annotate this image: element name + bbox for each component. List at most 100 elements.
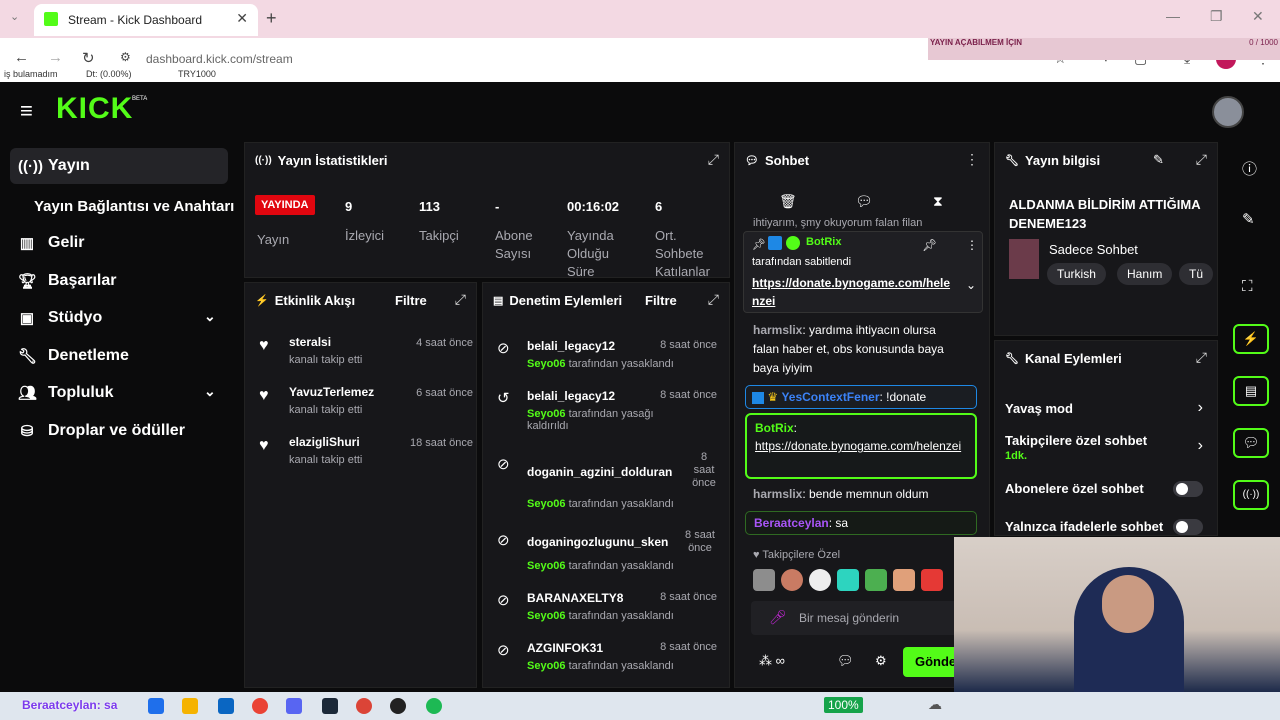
chat-settings-bubble-icon[interactable]: 💬︎ [855,193,873,210]
filter-button[interactable]: Filtre [645,293,677,308]
close-window-icon[interactable]: ✕ [1252,8,1264,25]
emote-only-toggle[interactable] [1173,519,1203,535]
mail-icon[interactable] [218,698,234,714]
bolt-icon[interactable]: ⚡ [1233,324,1269,354]
sidebar-item-yayin[interactable]: ((·)) Yayın [10,148,228,184]
ban-icon: ⊘ [497,642,510,659]
obs-icon[interactable] [390,698,406,714]
row-label: Takipçilere özel sohbet [1005,433,1148,448]
pinned-user[interactable]: BotRix [806,236,841,248]
emote-icon[interactable] [865,569,887,591]
tag-chip[interactable]: Hanım [1117,263,1173,285]
emote-icon[interactable] [921,569,943,591]
pinned-link[interactable]: https://donate.bynogame.com/helenzei [752,274,952,310]
browser-icon[interactable] [356,698,372,714]
slow-mode-row[interactable]: Yavaş mod › [1005,399,1209,423]
sidebar-item-gelir[interactable]: ▥ Gelir [0,225,242,261]
points-icon[interactable]: ⁂ ∞ [759,653,785,669]
mod-target-user[interactable]: belali_legacy12 [527,389,615,403]
screen-capture-icon[interactable]: ⛶ [1242,278,1253,295]
mic-icon[interactable]: 🎤︎ [769,609,787,626]
site-info-icon[interactable]: ⚙ [120,50,131,64]
expand-icon[interactable]: ⤢ [455,291,466,308]
stat-chatters-value: 6 [655,199,663,214]
user-avatar[interactable] [1212,96,1244,128]
forward-icon[interactable]: → [48,49,63,66]
sidebar-item-studyo[interactable]: ▣ Stüdyo ⌄ [0,300,242,336]
trash-icon[interactable]: 🗑︎ [779,193,797,210]
ticker-item: Dt: (0.00%) [86,69,132,79]
category-name[interactable]: Sadece Sohbet [1049,242,1138,257]
cloud-icon[interactable]: ☁ [928,696,942,713]
activity-user[interactable]: YavuzTerlemez [289,385,374,399]
mod-target-user[interactable]: AZGINFOK31 [527,641,603,655]
pinned-menu-icon[interactable]: ⋮ [966,238,978,252]
sidebar-item-droplar[interactable]: ⛁ Droplar ve ödüller [0,413,242,449]
reload-icon[interactable]: ↻ [82,49,95,67]
activity-user[interactable]: elazigliShuri [289,435,360,449]
subs-only-toggle[interactable] [1173,481,1203,497]
row-sub: 1dk. [1005,450,1028,462]
emote-only-row: Yalnızca ifadelerle sohbet [1005,517,1209,535]
hourglass-icon[interactable]: ⧗ [933,193,943,210]
sidebar-item-topluluk[interactable]: 👥︎ Topluluk ⌄ [0,375,242,411]
activity-sub: kanalı takip etti [289,404,363,416]
tab-title: Stream - Kick Dashboard [68,13,203,27]
edit-icon[interactable]: ✎ [1153,152,1164,168]
expand-icon[interactable]: ⤢ [1196,349,1207,366]
sidebar-item-stream-key[interactable]: Yayın Bağlantısı ve Anahtarı [0,188,242,224]
chat-menu-icon[interactable]: ⋮ [965,151,979,168]
hamburger-menu-icon[interactable]: ≡ [20,98,33,124]
emote-icon[interactable] [753,569,775,591]
emote-icon[interactable] [893,569,915,591]
app-taskbar-icon[interactable] [148,698,164,714]
log-icon[interactable]: ▤ [1233,376,1269,406]
emote-icon[interactable] [781,569,803,591]
discord-icon[interactable] [286,698,302,714]
mod-actor: Seyo06 tarafından yasaklandı [527,660,674,672]
url-field[interactable]: dashboard.kick.com/stream [146,52,293,66]
minimize-icon[interactable]: — [1166,8,1180,24]
chat-link[interactable]: https://donate.bynogame.com/helenzei [755,439,961,453]
filter-button[interactable]: Filtre [395,293,427,308]
expand-icon[interactable]: ⤢ [1196,151,1207,168]
mod-target-user[interactable]: BARANAXELTY8 [527,591,623,605]
restore-icon[interactable]: ❐ [1210,8,1223,25]
broadcast-icon[interactable]: ((·)) [1233,480,1269,510]
mod-target-user[interactable]: doganin_agzini_dolduran [527,465,672,479]
expand-icon[interactable]: ⤢ [708,151,719,168]
chat-bubble-icon[interactable]: 💬︎ [1233,428,1269,458]
pencil-icon[interactable]: ✎ [1242,210,1255,228]
tag-chip[interactable]: Tü [1179,263,1214,285]
chrome-icon[interactable] [252,698,268,714]
mod-target-user[interactable]: doganingozlugunu_sken [527,535,687,549]
folder-icon[interactable] [182,698,198,714]
back-icon[interactable]: ← [14,49,29,66]
followers-only-row[interactable]: Takipçilere özel sohbet 1dk. › [1005,433,1209,465]
spotify-icon[interactable] [426,698,442,714]
close-tab-icon[interactable]: ✕ [236,10,248,27]
sidebar-item-denetleme[interactable]: 🔧︎ Denetleme [0,338,242,374]
unpin-icon[interactable]: 📌︎ [922,238,937,252]
info-icon[interactable]: ⓘ [1242,158,1257,179]
stat-uptime-label: Yayında Olduğu Süre [567,228,614,279]
chat-bubble-icon: 💬︎ [745,155,759,167]
emote-icon[interactable] [837,569,859,591]
tab-list-icon[interactable]: ⌄ [10,10,19,23]
steam-icon[interactable] [322,698,338,714]
expand-icon[interactable]: ⤢ [708,291,719,308]
chevron-down-icon[interactable]: ⌄ [966,278,976,292]
browser-tab[interactable]: Stream - Kick Dashboard ✕ [34,4,258,36]
chat-bubble-icon[interactable]: 💬︎ [837,653,854,669]
chat-message-highlight: BotRix: https://donate.bynogame.com/hele… [745,413,977,479]
new-tab-icon[interactable]: + [266,8,277,29]
mod-target-user[interactable]: belali_legacy12 [527,339,615,353]
gear-icon[interactable]: ⚙ [875,653,887,669]
tag-chip[interactable]: Turkish [1047,263,1106,285]
sidebar-item-basarilar[interactable]: 🏆︎ Başarılar [0,263,242,299]
activity-user[interactable]: steralsi [289,335,331,349]
kick-logo[interactable]: KICK [56,92,133,126]
emote-icon[interactable] [809,569,831,591]
chat-input[interactable]: 🎤︎ Bir mesaj gönderin ☺ [751,601,981,635]
mod-time: 8 saat önce [660,389,717,401]
